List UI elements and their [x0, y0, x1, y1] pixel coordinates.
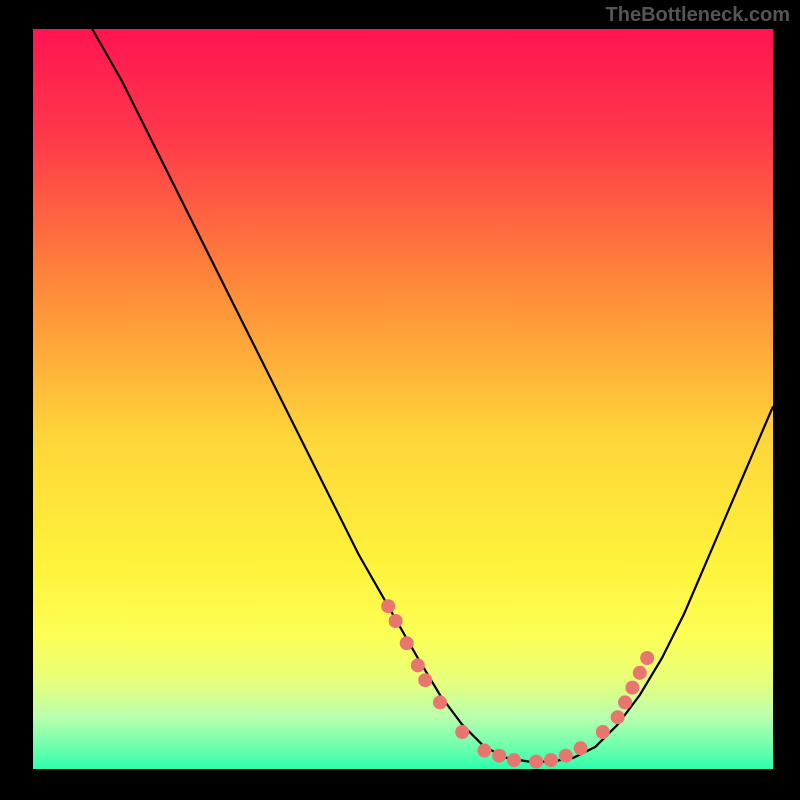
watermark-text: TheBottleneck.com: [606, 4, 790, 27]
marker-point: [559, 749, 573, 763]
marker-point: [433, 695, 447, 709]
marker-point: [596, 725, 610, 739]
marker-point: [625, 681, 639, 695]
marker-point: [611, 710, 625, 724]
marker-point: [477, 744, 491, 758]
marker-point: [529, 755, 543, 769]
chart-container: TheBottleneck.com: [0, 0, 800, 800]
marker-point: [411, 658, 425, 672]
marker-point: [633, 666, 647, 680]
marker-point: [574, 741, 588, 755]
plot-svg: [33, 29, 773, 769]
marker-point: [455, 725, 469, 739]
marker-point: [400, 636, 414, 650]
marker-point: [507, 753, 521, 767]
marker-point: [389, 614, 403, 628]
marker-point: [640, 651, 654, 665]
marker-point: [492, 749, 506, 763]
marker-point: [418, 673, 432, 687]
marker-point: [544, 753, 558, 767]
marker-point: [381, 599, 395, 613]
marker-point: [618, 695, 632, 709]
